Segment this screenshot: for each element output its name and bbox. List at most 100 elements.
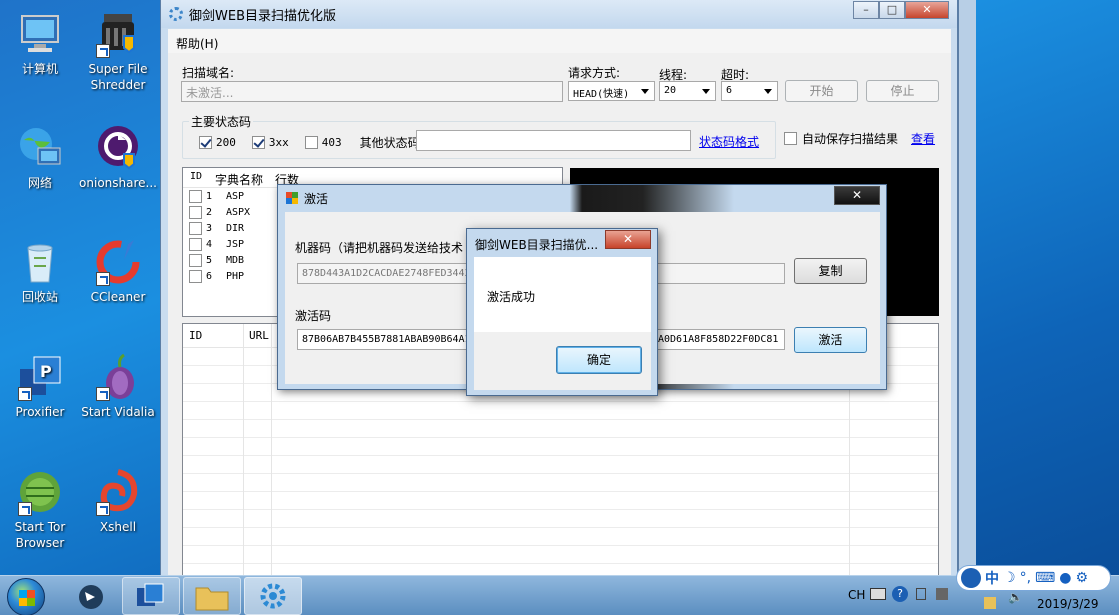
dict-name: DIR: [226, 222, 245, 234]
threads-select[interactable]: 20: [659, 81, 716, 101]
status-code-group-title: 主要状态码: [189, 113, 254, 130]
main-titlebar[interactable]: 御剑WEB目录扫描优化版: [161, 0, 957, 28]
domain-input[interactable]: 未激活...: [181, 81, 563, 102]
dict-checkbox[interactable]: [189, 269, 202, 283]
desktop-icon-xshell[interactable]: Xshell: [78, 468, 158, 535]
proxifier-icon: [137, 583, 164, 606]
language-indicator[interactable]: CH: [848, 588, 865, 602]
desktop-icon-super-file-shredder[interactable]: Super File Shredder: [78, 10, 158, 93]
desktop-icon-label: Xshell: [99, 520, 137, 534]
dict-checkbox[interactable]: [189, 189, 202, 203]
flag-icon[interactable]: [984, 597, 996, 609]
status-format-link[interactable]: 状态码格式: [699, 133, 759, 150]
dict-name: MDB: [226, 254, 245, 266]
timeout-select[interactable]: 6: [721, 81, 778, 101]
close-button[interactable]: ✕: [605, 230, 651, 249]
taskbar-item-proxifier[interactable]: [122, 577, 180, 615]
activate-button[interactable]: 激活: [794, 327, 867, 353]
machine-code-label: 机器码（请把机器码发送给技术: [295, 241, 464, 255]
moon-icon[interactable]: ☽: [1003, 570, 1016, 586]
view-link[interactable]: 查看: [911, 130, 935, 147]
activation-titlebar[interactable]: 激活: [278, 185, 886, 211]
microphone-icon[interactable]: ●: [1059, 570, 1071, 586]
domain-label: 扫描域名:: [182, 66, 235, 80]
dict-id: 2: [206, 206, 213, 218]
ime-chinese-mode[interactable]: 中: [985, 568, 999, 588]
dict-checkbox[interactable]: [189, 237, 202, 251]
tray-expand-icon[interactable]: [916, 588, 926, 600]
chevron-down-icon: [641, 89, 649, 94]
result-col-id[interactable]: ID: [183, 329, 243, 342]
minimize-button[interactable]: –: [853, 1, 879, 19]
shortcut-arrow-icon: [18, 502, 32, 516]
dict-checkbox[interactable]: [189, 221, 202, 235]
computer-icon: [16, 10, 64, 58]
close-button[interactable]: ✕: [905, 1, 949, 19]
checkbox-200[interactable]: [199, 136, 212, 149]
desktop-icon-tor-browser[interactable]: Start Tor Browser: [0, 468, 80, 551]
dict-checkbox[interactable]: [189, 253, 202, 267]
menu-help[interactable]: 帮助(H): [176, 37, 218, 51]
dict-checkbox[interactable]: [189, 205, 202, 219]
dict-id: 4: [206, 238, 213, 250]
popup-message: 激活成功: [487, 290, 536, 304]
gear-icon: [169, 7, 183, 21]
method-select[interactable]: HEAD(快速): [568, 81, 655, 101]
dict-id: 6: [206, 270, 213, 282]
desktop-icon-recycle-bin[interactable]: 回收站: [0, 238, 80, 305]
punctuation-icon[interactable]: °,: [1020, 570, 1031, 586]
dict-col-name[interactable]: 字典名称: [215, 171, 275, 187]
threads-select-value: 20: [664, 85, 677, 96]
column-divider: [271, 324, 272, 575]
desktop-icon-label: Proxifier: [15, 405, 65, 419]
close-button[interactable]: ✕: [834, 186, 880, 205]
desktop-icon-network[interactable]: 网络: [0, 124, 80, 191]
taskbar-item-scanner[interactable]: [244, 577, 302, 615]
ok-button[interactable]: 确定: [556, 346, 642, 374]
start-button[interactable]: 开始: [785, 80, 858, 102]
copy-button[interactable]: 复制: [794, 258, 867, 284]
autosave-label: 自动保存扫描结果: [802, 132, 899, 146]
shortcut-arrow-icon: [96, 502, 110, 516]
checkbox-3xx[interactable]: [251, 136, 265, 149]
help-icon[interactable]: ?: [892, 586, 908, 602]
column-divider: [243, 324, 244, 575]
app-icon: [286, 192, 298, 204]
clock-date[interactable]: 2019/3/29: [1037, 597, 1099, 611]
popup-footer: 确定: [474, 332, 651, 390]
desktop-icon-start-vidalia[interactable]: Start Vidalia: [78, 353, 158, 420]
desktop-icon-onionshare[interactable]: onionshare...: [78, 124, 158, 191]
ime-toolbar[interactable]: 中 ☽ °, ⌨ ● ⚙: [956, 565, 1111, 591]
other-status-input[interactable]: [416, 130, 691, 151]
autosave-checkbox[interactable]: [784, 132, 797, 145]
desktop-icon-label: onionshare...: [79, 176, 157, 190]
keyboard-icon[interactable]: ⌨: [1035, 570, 1055, 586]
start-button[interactable]: [7, 578, 45, 615]
ccleaner-icon: [94, 238, 142, 286]
recycle-bin-icon: [16, 238, 64, 286]
tray-tools-icon[interactable]: [936, 588, 948, 600]
dict-id: 5: [206, 254, 213, 266]
svg-text:P: P: [40, 362, 52, 381]
ime-logo-icon: [961, 568, 981, 588]
desktop-icon-computer[interactable]: 计算机: [0, 10, 80, 77]
checkbox-403[interactable]: [304, 136, 318, 149]
result-col-url[interactable]: URL: [243, 329, 269, 342]
timeout-select-value: 6: [726, 85, 733, 96]
desktop-icon-proxifier[interactable]: P Proxifier: [0, 353, 80, 420]
taskbar-item-app[interactable]: [62, 577, 120, 615]
stop-button[interactable]: 停止: [866, 80, 939, 102]
dict-name: ASPX: [226, 206, 251, 218]
desktop-icon-label: 计算机: [21, 62, 58, 76]
dict-col-id[interactable]: ID: [183, 171, 215, 187]
settings-icon[interactable]: ⚙: [1075, 570, 1088, 586]
volume-icon[interactable]: 🔈: [1008, 590, 1023, 604]
maximize-button[interactable]: □: [879, 1, 905, 19]
checkbox-200-label: 200: [216, 136, 236, 149]
keyboard-icon[interactable]: [870, 588, 886, 600]
activation-code-label: 激活码: [295, 309, 332, 323]
desktop-icon-label: 网络: [27, 176, 52, 190]
desktop-icon-ccleaner[interactable]: CCleaner: [78, 238, 158, 305]
taskbar-item-explorer[interactable]: [183, 577, 241, 615]
gear-icon: [260, 583, 286, 609]
